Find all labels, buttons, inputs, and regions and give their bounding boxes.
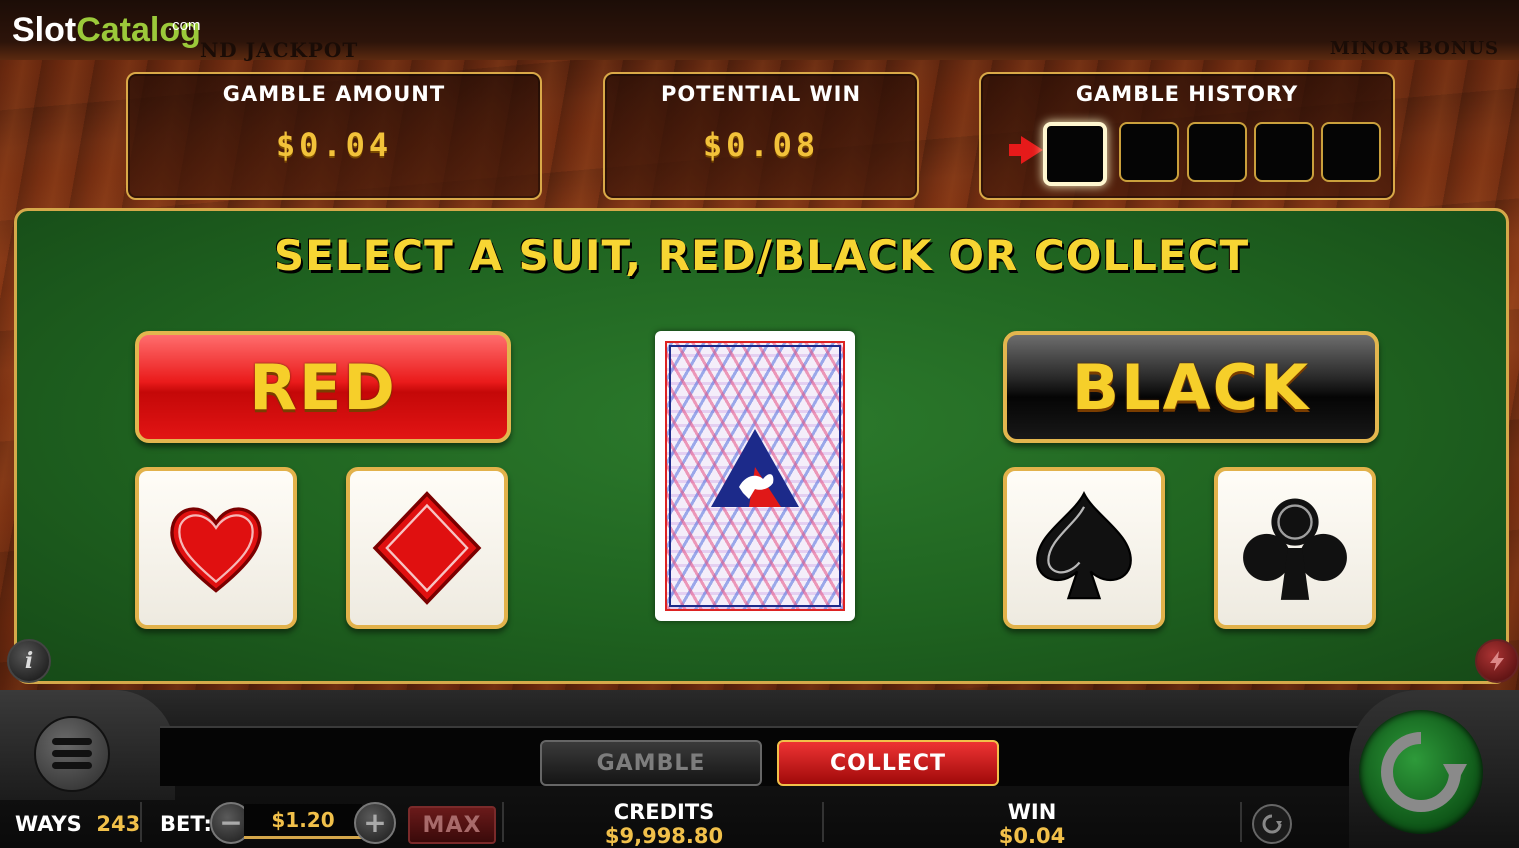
history-slot (1187, 122, 1247, 182)
max-bet-button[interactable]: MAX (408, 806, 496, 844)
spin-arrow-icon (1381, 732, 1467, 812)
gamble-history-title: GAMBLE HISTORY (1075, 82, 1299, 106)
credits-display: CREDITS $9,998.80 (580, 800, 748, 848)
spade-suit-button[interactable] (1003, 467, 1165, 629)
gamble-amount-title: GAMBLE AMOUNT (222, 82, 446, 106)
bolt-icon (1490, 651, 1504, 671)
potential-win-panel: POTENTIAL WIN $0.08 (603, 72, 919, 200)
collect-button-label: COLLECT (829, 750, 947, 776)
history-pointer-arrow-icon (1009, 136, 1043, 164)
diamond-icon (372, 491, 482, 605)
heart-icon (170, 507, 262, 593)
potential-win-value: $0.08 (702, 126, 820, 164)
divider (822, 802, 824, 842)
bet-value: $1.20 (244, 804, 362, 839)
win-label: WIN (1007, 800, 1057, 824)
info-glyph: i (24, 648, 34, 674)
instruction-text: SELECT A SUIT, RED/BLACK OR COLLECT (273, 231, 1250, 280)
spade-icon (1036, 490, 1132, 600)
card-emblem-icon (711, 429, 799, 507)
win-display: WIN $0.04 (972, 800, 1092, 848)
red-button[interactable]: RED (135, 331, 511, 443)
spin-housing (1349, 690, 1519, 848)
info-icon[interactable]: i (7, 639, 51, 683)
gamble-button[interactable]: GAMBLE (540, 740, 762, 786)
history-slot (1119, 122, 1179, 182)
logo-suffix: .com (168, 17, 201, 34)
refresh-icon[interactable] (1252, 804, 1292, 844)
history-slot (1254, 122, 1314, 182)
gamble-history-panel: GAMBLE HISTORY (979, 72, 1395, 200)
refresh-glyph (1262, 814, 1282, 834)
logo-slot-text: Slot (12, 11, 77, 49)
divider (1240, 802, 1242, 842)
club-icon (1243, 498, 1347, 600)
top-strip: ND JACKPOT MINOR BONUS (0, 0, 1519, 62)
face-down-card (655, 331, 855, 621)
collect-button[interactable]: COLLECT (777, 740, 999, 786)
gamble-amount-panel: GAMBLE AMOUNT $0.04 (126, 72, 542, 200)
bet-increase-button[interactable]: + (354, 802, 396, 844)
gamble-button-label: GAMBLE (596, 750, 706, 776)
black-button-label: BLACK (1071, 350, 1311, 424)
lightning-icon[interactable] (1475, 639, 1519, 683)
diamond-suit-button[interactable] (346, 467, 508, 629)
plus-icon: + (363, 806, 387, 839)
potential-win-title: POTENTIAL WIN (660, 82, 862, 106)
ways-display: WAYS 243 (15, 812, 140, 836)
gamble-table: SELECT A SUIT, RED/BLACK OR COLLECT RED … (7, 208, 1519, 684)
jackpot-label-ghost: ND JACKPOT (200, 38, 359, 62)
menu-housing (0, 690, 175, 800)
red-button-label: RED (249, 350, 397, 424)
bet-label: BET: (160, 812, 212, 836)
minus-icon: − (219, 806, 243, 839)
hamburger-icon[interactable] (34, 716, 110, 792)
slotcatalog-logo: SlotCatalog .com (12, 10, 201, 50)
history-slot (1321, 122, 1381, 182)
max-bet-label: MAX (422, 812, 482, 838)
minor-bonus-ghost: MINOR BONUS (1329, 38, 1499, 59)
black-button[interactable]: BLACK (1003, 331, 1379, 443)
win-value: $0.04 (998, 824, 1066, 848)
spin-button[interactable] (1359, 710, 1483, 834)
menu-line (52, 762, 92, 769)
club-suit-button[interactable] (1214, 467, 1376, 629)
history-slot (1043, 122, 1107, 186)
ways-value: 243 (96, 812, 141, 836)
gamble-amount-value: $0.04 (275, 126, 393, 164)
heart-suit-button[interactable] (135, 467, 297, 629)
control-bar: GAMBLE COLLECT WAYS 243 BET: − $1.20 + M… (0, 690, 1519, 848)
menu-line (52, 738, 92, 745)
ways-label: WAYS (15, 812, 82, 836)
message-bar (160, 726, 1370, 786)
menu-line (52, 750, 92, 757)
credits-value: $9,998.80 (604, 824, 724, 848)
divider (502, 802, 504, 842)
divider (140, 802, 142, 842)
credits-label: CREDITS (613, 800, 715, 824)
